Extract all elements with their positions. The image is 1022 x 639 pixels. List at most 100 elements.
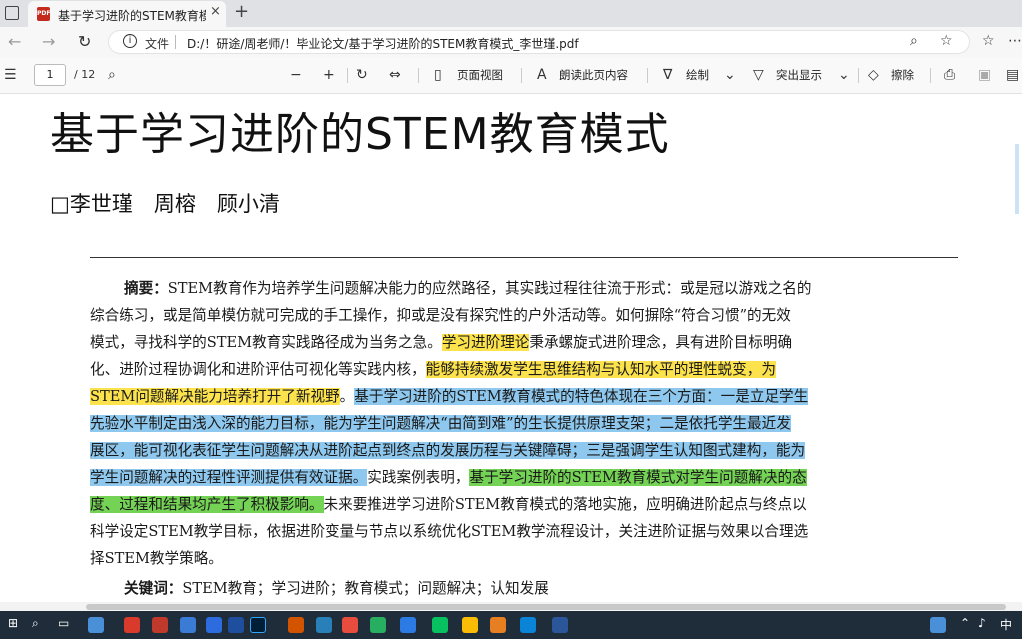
- title-rule: [90, 257, 958, 258]
- abstract-line: STEM问题解决能力培养打开了新视野。基于学习进阶的STEM教育模式的特色体现在…: [90, 386, 960, 408]
- abstract-text: STEM教育作为培养学生问题解决能力的应然路径，其实践过程往往流于形式：或是冠以…: [167, 280, 812, 297]
- url-text[interactable]: D:/！研途/周老师/！毕业论文/基于学习进阶的STEM教育模式_李世瑾.pdf: [187, 35, 579, 52]
- abstract-line: 模式，寻找科学的STEM教育实践路径成为当务之急。学习进阶理论秉承螺旋式进阶理念…: [90, 332, 960, 354]
- erase-button[interactable]: 擦除: [891, 67, 914, 83]
- tab-active[interactable]: PDF 基于学习进阶的STEM教育模式_李世瑾 ×: [28, 1, 226, 27]
- read-aloud-icon[interactable]: A: [537, 67, 547, 83]
- app-icon[interactable]: [288, 617, 304, 633]
- keywords-text: STEM教育；学习进阶；教育模式；问题解决；认知发展: [182, 580, 549, 597]
- address-field[interactable]: i 文件 D:/！研途/周老师/！毕业论文/基于学习进阶的STEM教育模式_李世…: [108, 30, 970, 54]
- app-icon[interactable]: [124, 617, 140, 633]
- refresh-icon[interactable]: ↻: [78, 32, 91, 51]
- highlight-blue[interactable]: 基于学习进阶的STEM教育模式的特色体现在三个方面：一是立足学生: [354, 388, 809, 405]
- close-tab-icon[interactable]: ×: [210, 4, 221, 19]
- highlight-yellow[interactable]: 能够持续激发学生思维结构与认知水平的理性蜕变，为: [425, 361, 776, 378]
- highlight-icon[interactable]: ▽: [753, 67, 764, 83]
- app-icon[interactable]: [400, 617, 416, 633]
- page-view-button[interactable]: 页面视图: [457, 67, 503, 83]
- back-icon[interactable]: ←: [8, 32, 21, 51]
- scroll-indicator: [1015, 144, 1019, 214]
- draw-icon[interactable]: ∇: [663, 67, 672, 83]
- app-icon[interactable]: [180, 617, 196, 633]
- toolbar-divider: [347, 68, 348, 83]
- highlight-green[interactable]: 基于学习进阶的STEM教育模式对学生问题解决的态: [469, 469, 807, 486]
- search-icon[interactable]: ⌕: [32, 616, 39, 631]
- eraser-icon[interactable]: ◇: [868, 67, 879, 83]
- abstract-line: 度、过程和结果均产生了积极影响。未来要推进学习进阶STEM教育模式的落地实施，应…: [90, 494, 960, 516]
- pdf-toolbar: ☰ 1 / 12 ⌕ − + ↻ ⇔ ▯ 页面视图 A 朗读此页内容 ∇ 绘制 …: [0, 57, 1022, 94]
- highlight-yellow[interactable]: STEM问题解决能力培养打开了新视野: [90, 388, 340, 405]
- tray-icon[interactable]: [930, 617, 946, 633]
- new-tab-icon[interactable]: +: [234, 1, 249, 22]
- highlight-dropdown-icon[interactable]: ⌄: [838, 67, 850, 83]
- highlight-yellow[interactable]: 学习进阶理论: [441, 334, 530, 351]
- fit-width-icon[interactable]: ⇔: [389, 67, 401, 83]
- address-scheme-label: 文件: [145, 37, 170, 51]
- app-icon[interactable]: [206, 617, 222, 633]
- zoom-icon[interactable]: ⌕: [910, 33, 918, 49]
- word-icon[interactable]: [552, 617, 568, 633]
- more-icon[interactable]: ⋯: [1008, 33, 1022, 49]
- rotate-icon[interactable]: ↻: [356, 67, 368, 83]
- tab-title: 基于学习进阶的STEM教育模式_李世瑾: [58, 9, 206, 23]
- info-icon[interactable]: i: [123, 34, 137, 48]
- tab-actions-icon[interactable]: [5, 6, 19, 20]
- app-icon[interactable]: [342, 617, 358, 633]
- abstract-line: 科学设定STEM教学目标，依据进阶变量与节点以系统优化STEM教学流程设计，关注…: [90, 523, 809, 540]
- photoshop-icon[interactable]: [250, 617, 266, 633]
- abstract-text: 。: [339, 388, 355, 405]
- pdf-icon: PDF: [37, 7, 50, 21]
- highlight-button[interactable]: 突出显示: [776, 67, 822, 83]
- zoom-in-icon[interactable]: +: [323, 67, 335, 83]
- start-icon[interactable]: ⊞: [8, 616, 18, 630]
- save-as-icon[interactable]: ▤: [1006, 67, 1019, 83]
- read-aloud-button[interactable]: 朗读此页内容: [559, 67, 628, 83]
- favorite-add-icon[interactable]: ☆: [940, 33, 953, 49]
- page-total: / 12: [74, 68, 96, 81]
- abstract-text: 实践案例表明，: [367, 469, 470, 486]
- app-icon[interactable]: [370, 617, 386, 633]
- print-icon[interactable]: ⎙: [944, 67, 955, 83]
- toolbar-divider: [521, 68, 522, 83]
- task-view-icon[interactable]: ▭: [58, 616, 69, 630]
- input-method[interactable]: 中: [1000, 616, 1012, 633]
- horizontal-scrollbar[interactable]: [0, 602, 1022, 611]
- highlight-blue[interactable]: 展区，能可视化表征学生问题解决从进阶起点到终点的发展历程与关键障碍；三是强调学生…: [90, 442, 806, 459]
- scrollbar-thumb[interactable]: [86, 604, 1006, 610]
- tray-chevron-icon[interactable]: ⌃: [960, 616, 970, 630]
- draw-dropdown-icon[interactable]: ⌄: [724, 67, 736, 83]
- pdf-page: 基于学习进阶的STEM教育模式 □李世瑾 周榕 顾小清 摘要：STEM教育作为培…: [0, 94, 1022, 602]
- contents-icon[interactable]: ☰: [4, 67, 17, 83]
- draw-button[interactable]: 绘制: [686, 67, 709, 83]
- wechat-icon[interactable]: [432, 617, 448, 633]
- highlight-blue[interactable]: 先验水平制定由浅入深的能力目标，能为学生问题解决“由简到难”的生长提供原理支架；…: [90, 415, 791, 432]
- highlight-green[interactable]: 度、过程和结果均产生了积极影响。: [90, 496, 324, 513]
- document-authors: □李世瑾 周榕 顾小清: [50, 192, 280, 216]
- page-view-icon[interactable]: ▯: [434, 67, 442, 83]
- zoom-out-icon[interactable]: −: [290, 67, 302, 83]
- app-icon[interactable]: [316, 617, 332, 633]
- abstract-line: 化、进阶过程协调化和进阶评估可视化等实践内核，能够持续激发学生思维结构与认知水平…: [90, 359, 960, 381]
- app-icon[interactable]: [490, 617, 506, 633]
- edge-icon[interactable]: [520, 617, 536, 633]
- app-icon[interactable]: [88, 617, 104, 633]
- favorites-icon[interactable]: ☆: [982, 33, 995, 49]
- abstract-text: 未来要推进学习进阶STEM教育模式的落地实施，应明确进阶起点与终点以: [323, 496, 807, 513]
- forward-icon[interactable]: →: [42, 32, 55, 51]
- address-divider: [175, 35, 176, 49]
- search-icon[interactable]: ⌕: [108, 67, 116, 83]
- taskbar: ⊞ ⌕ ▭ ⌃ ♪ 中: [0, 611, 1022, 639]
- highlight-blue[interactable]: 学生问题解决的过程性评测提供有效证据。: [90, 469, 368, 486]
- toolbar-divider: [858, 68, 859, 83]
- volume-icon[interactable]: ♪: [978, 616, 986, 630]
- abstract-line: 摘要：STEM教育作为培养学生问题解决能力的应然路径，其实践过程往往流于形式：或…: [90, 278, 960, 300]
- chrome-icon[interactable]: [462, 617, 478, 633]
- abstract-text: 秉承螺旋式进阶理念，具有进阶目标明确: [529, 334, 793, 351]
- app-icon[interactable]: [228, 617, 244, 633]
- abstract-line: 择STEM教学策略。: [90, 550, 223, 567]
- abstract-line: 先验水平制定由浅入深的能力目标，能为学生问题解决“由简到难”的生长提供原理支架；…: [90, 413, 960, 435]
- abstract-line: 展区，能可视化表征学生问题解决从进阶起点到终点的发展历程与关键障碍；三是强调学生…: [90, 440, 960, 462]
- save-icon[interactable]: ▣: [978, 67, 991, 83]
- page-number-input[interactable]: 1: [34, 64, 66, 86]
- app-icon[interactable]: [152, 617, 168, 633]
